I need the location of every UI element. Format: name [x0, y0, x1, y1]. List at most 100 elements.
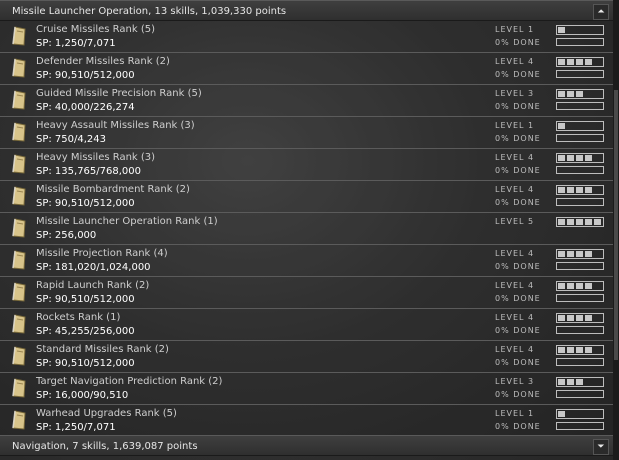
level-segment [585, 315, 592, 321]
skill-name: Missile Projection Rank (4) [36, 248, 168, 259]
level-segment [567, 379, 574, 385]
level-segment [585, 219, 592, 225]
skillbook-icon [12, 154, 26, 174]
level-segment [576, 59, 583, 65]
progress-bar [556, 166, 604, 174]
skill-row[interactable]: Rockets Rank (1) SP: 45,255/256,000 LEVEL … [0, 309, 613, 341]
skill-level: LEVEL 3 [495, 89, 535, 98]
skill-name: Missile Launcher Operation Rank (1) [36, 216, 218, 227]
level-segment [558, 155, 565, 161]
progress-percent: 0% DONE [495, 262, 541, 271]
skill-row[interactable]: Missile Projection Rank (4) SP: 181,020/1… [0, 245, 613, 277]
progress-percent: 0% DONE [495, 38, 541, 47]
skill-row[interactable]: Guided Missile Precision Rank (5) SP: 40,… [0, 85, 613, 117]
skill-points: SP: 90,510/512,000 [36, 294, 135, 305]
group-title: Navigation, 7 skills, 1,639,087 points [12, 441, 198, 452]
skillbook-icon [12, 26, 26, 46]
progress-percent: 0% DONE [495, 134, 541, 143]
skill-list: Cruise Missiles Rank (5) SP: 1,250/7,071 L… [0, 21, 613, 437]
level-indicator [556, 57, 604, 67]
skill-row[interactable]: Target Navigation Prediction Rank (2) SP:… [0, 373, 613, 405]
progress-bar [556, 358, 604, 366]
level-segment [558, 251, 565, 257]
chevron-double-down-icon[interactable]: ⏷ [593, 439, 609, 455]
level-indicator [556, 281, 604, 291]
progress-bar [556, 326, 604, 334]
level-segment [558, 91, 565, 97]
skill-level: LEVEL 4 [495, 153, 535, 162]
skillbook-icon [12, 378, 26, 398]
group-title: Missile Launcher Operation, 13 skills, 1… [12, 6, 287, 17]
chevron-double-up-icon[interactable]: ⏶ [593, 4, 609, 20]
skillbook-icon [12, 90, 26, 110]
skill-row[interactable]: Missile Bombardment Rank (2) SP: 90,510/5… [0, 181, 613, 213]
skill-level: LEVEL 1 [495, 25, 535, 34]
skill-level: LEVEL 4 [495, 345, 535, 354]
skill-row[interactable]: Rapid Launch Rank (2) SP: 90,510/512,000 L… [0, 277, 613, 309]
level-segment [585, 155, 592, 161]
progress-percent: 0% DONE [495, 390, 541, 399]
skill-name: Heavy Assault Missiles Rank (3) [36, 120, 195, 131]
skill-points: SP: 90,510/512,000 [36, 70, 135, 81]
level-segment [585, 347, 592, 353]
skill-name: Standard Missiles Rank (2) [36, 344, 169, 355]
level-segment [567, 219, 574, 225]
skill-points: SP: 40,000/226,274 [36, 102, 135, 113]
skillbook-icon [12, 282, 26, 302]
scrollbar[interactable] [613, 0, 619, 460]
skill-level: LEVEL 4 [495, 313, 535, 322]
skillbook-icon [12, 186, 26, 206]
skill-row[interactable]: Standard Missiles Rank (2) SP: 90,510/512… [0, 341, 613, 373]
progress-percent: 0% DONE [495, 422, 541, 431]
skill-name: Heavy Missiles Rank (3) [36, 152, 156, 163]
scrollbar-thumb[interactable] [614, 90, 618, 360]
level-segment [567, 251, 574, 257]
level-segment [594, 219, 601, 225]
skill-name: Warhead Upgrades Rank (5) [36, 408, 177, 419]
level-segment [576, 379, 583, 385]
level-indicator [556, 217, 604, 227]
skill-name: Rapid Launch Rank (2) [36, 280, 150, 291]
skill-level: LEVEL 4 [495, 281, 535, 290]
level-indicator [556, 377, 604, 387]
progress-percent: 0% DONE [495, 198, 541, 207]
group-header-navigation[interactable]: Navigation, 7 skills, 1,639,087 points ⏷ [0, 435, 613, 456]
level-segment [576, 91, 583, 97]
level-indicator [556, 153, 604, 163]
skill-row[interactable]: Heavy Missiles Rank (3) SP: 135,765/768,0… [0, 149, 613, 181]
level-segment [576, 251, 583, 257]
group-header-missile-launcher-operation[interactable]: Missile Launcher Operation, 13 skills, 1… [0, 0, 613, 21]
skill-row[interactable]: Defender Missiles Rank (2) SP: 90,510/512… [0, 53, 613, 85]
progress-percent: 0% DONE [495, 70, 541, 79]
skill-level: LEVEL 4 [495, 249, 535, 258]
level-segment [558, 27, 565, 33]
progress-bar [556, 102, 604, 110]
skill-row[interactable]: Missile Launcher Operation Rank (1) SP: 2… [0, 213, 613, 245]
skill-name: Defender Missiles Rank (2) [36, 56, 170, 67]
skill-row[interactable]: Warhead Upgrades Rank (5) SP: 1,250/7,071… [0, 405, 613, 437]
level-segment [585, 59, 592, 65]
progress-percent: 0% DONE [495, 294, 541, 303]
skill-points: SP: 256,000 [36, 230, 97, 241]
level-indicator [556, 249, 604, 259]
level-segment [558, 59, 565, 65]
skill-name: Target Navigation Prediction Rank (2) [36, 376, 223, 387]
skill-points: SP: 45,255/256,000 [36, 326, 135, 337]
level-segment [567, 91, 574, 97]
level-indicator [556, 313, 604, 323]
skillbook-icon [12, 314, 26, 334]
skill-points: SP: 90,510/512,000 [36, 358, 135, 369]
skillbook-icon [12, 410, 26, 430]
skill-level: LEVEL 3 [495, 377, 535, 386]
skill-row[interactable]: Cruise Missiles Rank (5) SP: 1,250/7,071 L… [0, 21, 613, 53]
level-segment [558, 315, 565, 321]
level-segment [558, 187, 565, 193]
skill-points: SP: 16,000/90,510 [36, 390, 129, 401]
skill-row[interactable]: Heavy Assault Missiles Rank (3) SP: 750/4… [0, 117, 613, 149]
level-segment [576, 283, 583, 289]
level-segment [576, 219, 583, 225]
level-segment [567, 187, 574, 193]
skillbook-icon [12, 218, 26, 238]
skill-name: Guided Missile Precision Rank (5) [36, 88, 202, 99]
level-indicator [556, 345, 604, 355]
